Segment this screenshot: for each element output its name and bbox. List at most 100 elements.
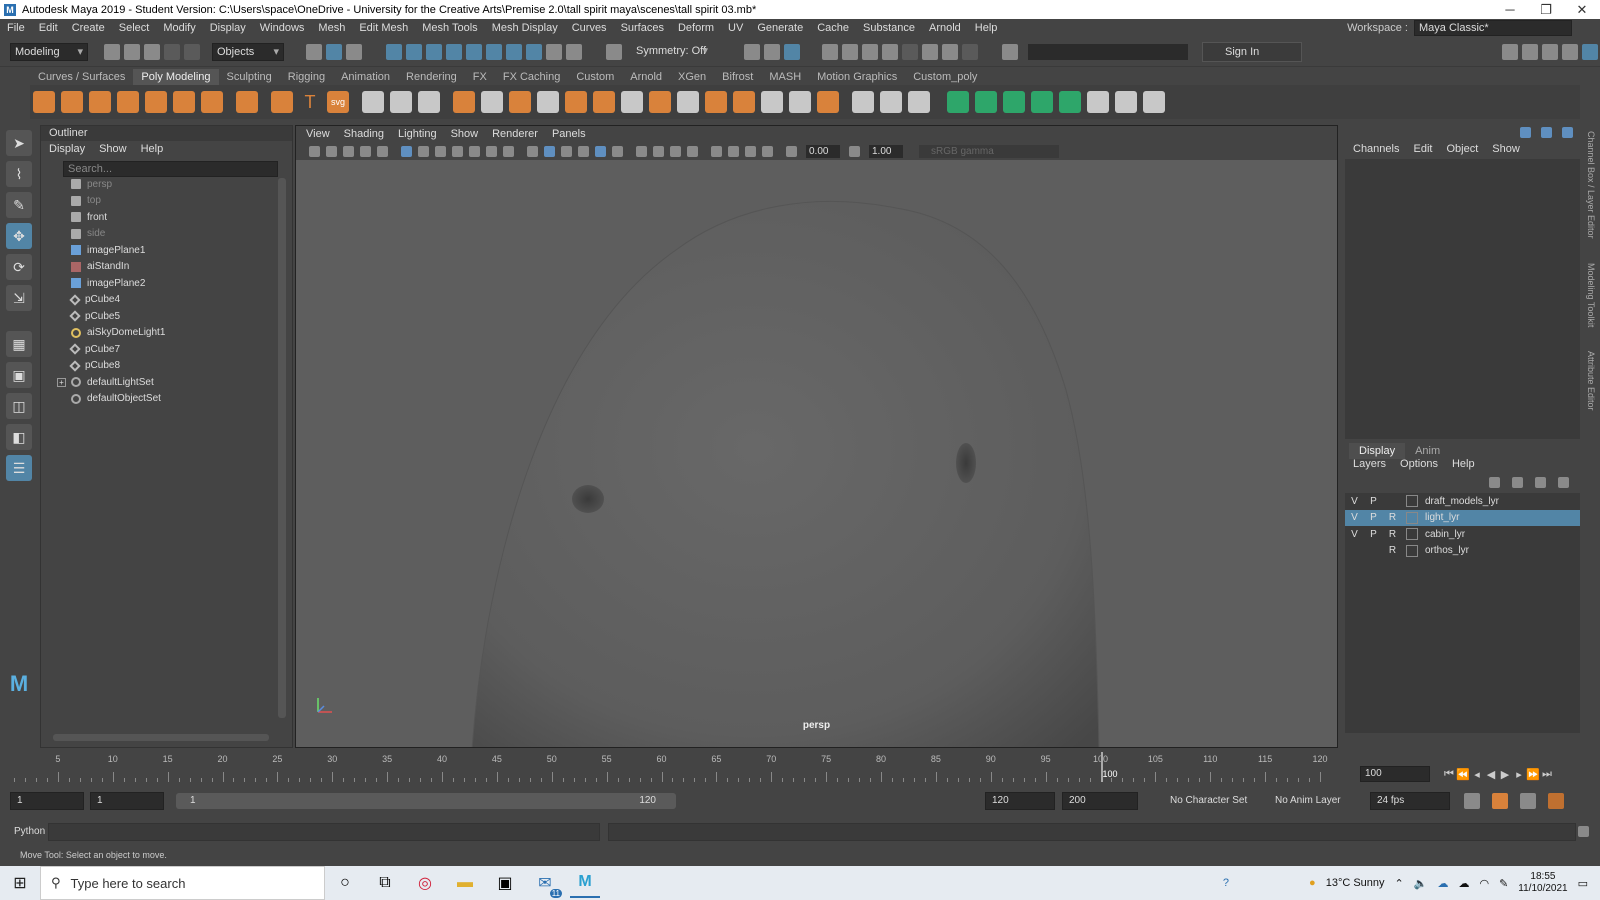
shelf-tab-curves-surfaces[interactable]: Curves / Surfaces	[30, 69, 133, 85]
shelf-tab-custom-poly[interactable]: Custom_poly	[905, 69, 985, 85]
shelf-tab-xgen[interactable]: XGen	[670, 69, 714, 85]
move-layer-down-icon[interactable]	[1512, 477, 1523, 488]
mask-dynamics-icon[interactable]	[486, 43, 502, 60]
layer-row[interactable]: Rorthos_lyr	[1345, 543, 1580, 560]
image-plane-toggle-icon[interactable]	[360, 145, 371, 157]
gate-mask-icon[interactable]	[452, 145, 463, 157]
multi-cut-icon[interactable]	[621, 91, 643, 113]
text-icon[interactable]: T	[299, 91, 321, 113]
resolution-gate-icon[interactable]	[435, 145, 446, 157]
shelf-tab-fx[interactable]: FX	[465, 69, 495, 85]
extrude-icon[interactable]	[481, 91, 503, 113]
layer-menu-layers[interactable]: Layers	[1353, 458, 1386, 470]
input-output-icon[interactable]	[764, 43, 780, 60]
step-forward-key-icon[interactable]: ⏩	[1526, 768, 1540, 781]
reduce-icon[interactable]	[761, 91, 783, 113]
layer-visibility-toggle[interactable]: V	[1345, 529, 1364, 540]
character-set-dropdown[interactable]: No Character Set	[1170, 795, 1247, 806]
outliner-item[interactable]: pCube8	[41, 358, 277, 375]
isolate-select-icon[interactable]	[711, 145, 722, 157]
lock-selection-icon[interactable]	[546, 43, 562, 60]
viewport-menu-lighting[interactable]: Lighting	[398, 126, 437, 142]
outliner-item[interactable]: pCube5	[41, 308, 277, 325]
cortana-icon[interactable]: ○	[330, 868, 360, 898]
persp-graph-layout-icon[interactable]: ◧	[6, 424, 32, 450]
redo-icon[interactable]	[184, 43, 200, 60]
outliner-horizontal-scrollbar[interactable]	[53, 734, 269, 741]
new-layer-from-selection-icon[interactable]	[1558, 477, 1569, 488]
open-scene-icon[interactable]	[124, 43, 140, 60]
grease-pencil-icon[interactable]	[377, 145, 388, 157]
show-hidden-icons-icon[interactable]: ⌃	[1395, 877, 1404, 890]
auto-map-icon[interactable]	[1031, 91, 1053, 113]
input-line-field[interactable]	[1028, 43, 1188, 60]
outliner-menu-show[interactable]: Show	[99, 141, 127, 157]
play-backwards-icon[interactable]: ◀	[1484, 768, 1498, 781]
play-forwards-icon[interactable]: ▶	[1498, 768, 1512, 781]
menu-generate[interactable]: Generate	[750, 22, 810, 34]
snap-grid-icon[interactable]	[606, 43, 622, 60]
select-by-component-icon[interactable]	[346, 43, 362, 60]
layer-visibility-toggle[interactable]: V	[1345, 512, 1364, 523]
undo-icon[interactable]	[164, 43, 180, 60]
shelf-tab-animation[interactable]: Animation	[333, 69, 398, 85]
channel-menu-object[interactable]: Object	[1446, 143, 1478, 155]
viewport-menu-show[interactable]: Show	[451, 126, 479, 142]
close-button[interactable]: ✕	[1564, 2, 1600, 18]
menu-curves[interactable]: Curves	[565, 22, 614, 34]
color-space-dropdown[interactable]: sRGB gamma	[919, 144, 1059, 158]
outliner-menu-help[interactable]: Help	[141, 141, 164, 157]
shelf-tab-fx-caching[interactable]: FX Caching	[495, 69, 568, 85]
menu-mesh-tools[interactable]: Mesh Tools	[415, 22, 484, 34]
layer-color-swatch[interactable]	[1406, 511, 1418, 524]
script-editor-icon[interactable]	[1578, 826, 1589, 837]
menu-create[interactable]: Create	[65, 22, 112, 34]
shelf-tab-bifrost[interactable]: Bifrost	[714, 69, 761, 85]
maximize-button[interactable]: ❐	[1528, 2, 1564, 18]
layer-row[interactable]: V P Rlight_lyr	[1345, 509, 1580, 526]
pen-icon[interactable]: ✎	[1499, 877, 1508, 890]
menu-arnold[interactable]: Arnold	[922, 22, 968, 34]
command-language-label[interactable]: Python	[14, 826, 45, 837]
mask-deformations-icon[interactable]	[466, 43, 482, 60]
gamma-icon[interactable]	[849, 145, 860, 157]
ambient-occlusion-icon[interactable]	[636, 145, 647, 157]
edge-loop-icon[interactable]	[852, 91, 874, 113]
scale-tool-icon[interactable]: ⇲	[6, 285, 32, 311]
menu-uv[interactable]: UV	[721, 22, 750, 34]
outliner-item[interactable]: pCube7	[41, 341, 277, 358]
anim-layer-dropdown[interactable]: No Anim Layer	[1275, 795, 1341, 806]
step-forward-frame-icon[interactable]: ▸	[1512, 768, 1526, 781]
menu-edit[interactable]: Edit	[32, 22, 65, 34]
shelf-tab-motion-graphics[interactable]: Motion Graphics	[809, 69, 905, 85]
menu-select[interactable]: Select	[112, 22, 157, 34]
single-perspective-layout-icon[interactable]: ▦	[6, 331, 32, 357]
current-frame-field[interactable]: 100	[1360, 766, 1430, 782]
sound-icon[interactable]	[1548, 793, 1564, 809]
layer-visibility-toggle[interactable]: V	[1345, 496, 1364, 507]
outliner-menu-display[interactable]: Display	[49, 141, 85, 157]
attribute-editor-icon[interactable]	[1522, 44, 1538, 60]
expand-icon[interactable]: +	[57, 377, 66, 387]
end-frame-field[interactable]: 200	[1062, 792, 1138, 810]
mail-icon[interactable]: ✉ 11	[530, 868, 562, 898]
grid-toggle-icon[interactable]	[401, 145, 412, 157]
wireframe-icon[interactable]	[527, 145, 538, 157]
channel-menu-channels[interactable]: Channels	[1353, 143, 1399, 155]
outliner-search-input[interactable]: Search...	[63, 161, 278, 177]
animation-preferences-icon[interactable]	[1520, 793, 1536, 809]
move-tool-icon[interactable]: ✥	[6, 223, 32, 249]
shelf-tab-poly-modeling[interactable]: Poly Modeling	[133, 69, 219, 85]
boolean-icon[interactable]	[453, 91, 475, 113]
move-layer-up-icon[interactable]	[1489, 477, 1500, 488]
separate-icon[interactable]	[390, 91, 412, 113]
select-by-object-icon[interactable]	[326, 43, 342, 60]
tool-settings-icon[interactable]	[1542, 44, 1558, 60]
poly-platonic-icon[interactable]	[236, 91, 258, 113]
circularize-icon[interactable]	[817, 91, 839, 113]
safe-title-icon[interactable]	[503, 145, 514, 157]
new-scene-icon[interactable]	[104, 43, 120, 60]
wireframe-on-shaded-icon[interactable]	[561, 145, 572, 157]
channel-menu-edit[interactable]: Edit	[1413, 143, 1432, 155]
exposure-field[interactable]: 0.00	[806, 144, 840, 158]
